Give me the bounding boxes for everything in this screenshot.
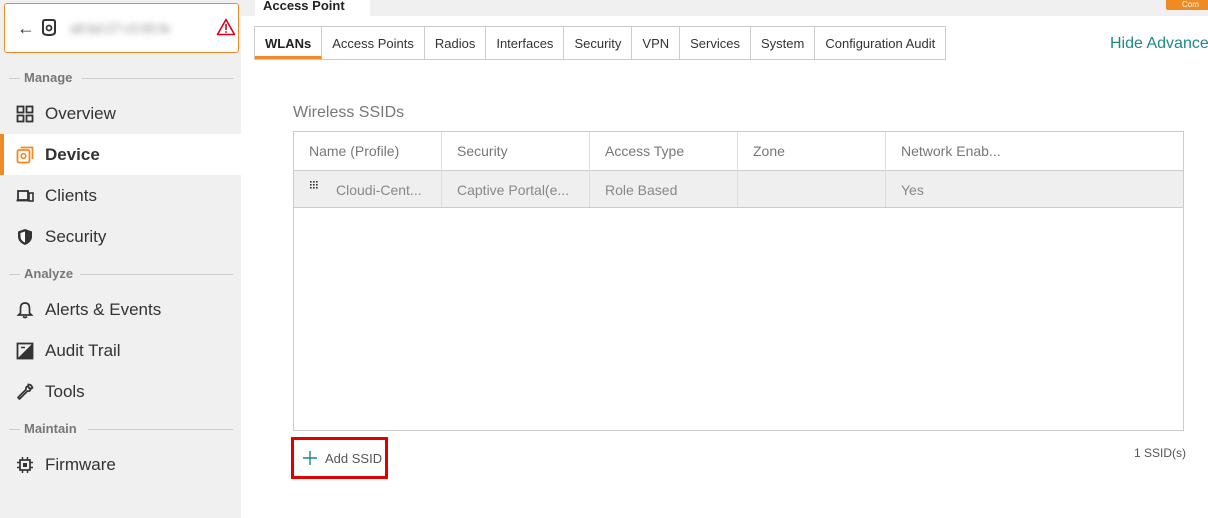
device-type-tab[interactable]: Access Point (255, 0, 370, 16)
bell-icon (16, 301, 34, 318)
sidebar-item-audit-trail[interactable]: Audit Trail (0, 330, 241, 371)
tab-services[interactable]: Services (680, 27, 751, 59)
sidebar-item-device[interactable]: Device (0, 134, 241, 175)
warning-triangle-icon[interactable] (216, 18, 236, 36)
column-header-security[interactable]: Security (442, 132, 590, 171)
sidebar: ← a8:bd:27:c5:65:fe Manage Overview Devi… (0, 0, 241, 518)
cell-network-enabled: Yes (901, 182, 924, 198)
add-ssid-button[interactable]: Add SSID (291, 437, 388, 479)
column-header-name[interactable]: Name (Profile) (294, 132, 442, 171)
sidebar-item-alerts-events[interactable]: Alerts & Events (0, 289, 241, 330)
add-ssid-label: Add SSID (325, 450, 383, 466)
config-tabs: WLANs Access Points Radios Interfaces Se… (254, 26, 947, 60)
cell-zone (738, 171, 886, 207)
sidebar-item-overview[interactable]: Overview (0, 93, 241, 134)
grid-icon (16, 105, 34, 122)
cell-name: Cloudi-Cent... (294, 171, 442, 207)
wrench-icon (17, 383, 34, 400)
sidebar-item-security[interactable]: Security (0, 216, 241, 257)
table-header: Name (Profile) Security Access Type Zone… (294, 132, 1183, 171)
cell-access-type: Role Based (590, 171, 738, 207)
orange-action-button[interactable]: Com (1166, 0, 1208, 10)
sidebar-item-label: Audit Trail (45, 340, 121, 360)
tab-wlans[interactable]: WLANs (255, 27, 323, 59)
plus-icon (303, 451, 317, 465)
sidebar-item-label: Overview (45, 103, 116, 123)
sidebar-item-tools[interactable]: Tools (0, 371, 241, 412)
tab-security[interactable]: Security (564, 27, 633, 59)
section-label: Analyze (24, 266, 74, 281)
device-icon (16, 146, 34, 163)
shield-icon (18, 228, 32, 245)
tab-configuration-audit[interactable]: Configuration Audit (815, 27, 945, 59)
arrow-left-icon[interactable]: ← (17, 18, 35, 39)
device-header: ← a8:bd:27:c5:65:fe (4, 3, 239, 53)
top-strip (241, 0, 1208, 16)
audit-icon (16, 342, 34, 359)
tab-system[interactable]: System (751, 27, 816, 59)
section-analyze: Analyze (0, 266, 241, 282)
drag-handle-icon[interactable] (310, 181, 318, 191)
section-label: Maintain (24, 421, 77, 436)
column-header-zone[interactable]: Zone (738, 132, 886, 171)
tab-interfaces[interactable]: Interfaces (486, 27, 565, 59)
table-row[interactable]: Cloudi-Cent... Captive Portal(e... Role … (294, 171, 1183, 208)
sidebar-item-label: Clients (45, 185, 97, 205)
sidebar-item-clients[interactable]: Clients (0, 175, 241, 216)
hide-advanced-link[interactable]: Hide Advanced (1110, 35, 1208, 53)
sidebar-item-label: Firmware (45, 454, 116, 474)
column-header-access-type[interactable]: Access Type (590, 132, 738, 171)
access-point-icon (42, 19, 56, 37)
section-label: Manage (24, 70, 73, 85)
tab-vpn[interactable]: VPN (632, 27, 681, 59)
ssid-name: Cloudi-Cent... (336, 182, 422, 198)
sidebar-item-label: Security (45, 226, 107, 246)
sidebar-item-label: Alerts & Events (45, 299, 162, 319)
column-header-network-enabled[interactable]: Network Enab... (886, 132, 1183, 171)
device-mac: a8:bd:27:c5:65:fe (70, 20, 171, 36)
sidebar-item-firmware[interactable]: Firmware (0, 444, 241, 485)
sidebar-item-label: Tools (45, 381, 85, 401)
section-maintain: Maintain (0, 421, 241, 437)
ssid-table: Name (Profile) Security Access Type Zone… (293, 131, 1184, 431)
cell-security: Captive Portal(e... (442, 171, 590, 207)
tab-access-points[interactable]: Access Points (322, 27, 425, 59)
section-manage: Manage (0, 70, 241, 86)
chip-icon (17, 456, 33, 473)
ssid-count: 1 SSID(s) (1134, 446, 1187, 460)
clients-icon (16, 189, 34, 202)
wireless-ssids-title: Wireless SSIDs (293, 104, 405, 121)
sidebar-item-label: Device (45, 144, 100, 164)
main-content: Access Point Com WLANs Access Points Rad… (241, 0, 1208, 518)
tab-radios[interactable]: Radios (425, 27, 487, 59)
